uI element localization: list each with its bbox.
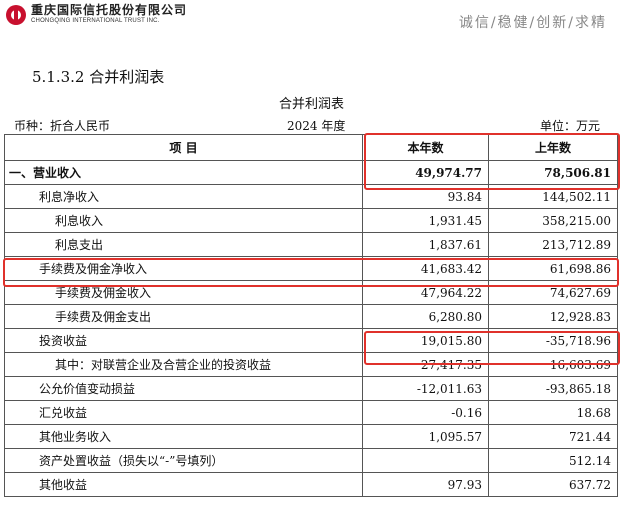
row-label: 其中：对联营企业及合营企业的投资收益 <box>4 352 363 377</box>
row-current <box>362 448 489 473</box>
row-label: 手续费及佣金收入 <box>4 280 363 305</box>
table-header-row: 项 目 本年数 上年数 <box>4 134 618 161</box>
row-current: 41,683.42 <box>362 256 489 281</box>
table-row: 其他业务收入 1,095.57 721.44 <box>4 424 618 449</box>
row-label: 资产处置收益（损失以“-”号填列） <box>4 448 363 473</box>
row-label: 利息收入 <box>4 208 363 233</box>
table-row: 利息净收入 93.84 144,502.11 <box>4 184 618 209</box>
row-label: 一、营业收入 <box>4 160 363 185</box>
row-prior: 74,627.69 <box>488 280 618 305</box>
table-row: 一、营业收入 49,974.77 78,506.81 <box>4 160 618 185</box>
row-current: 97.93 <box>362 472 489 497</box>
row-prior: 61,698.86 <box>488 256 618 281</box>
row-label: 其他收益 <box>4 472 363 497</box>
table-row: 其中：对联营企业及合营企业的投资收益 27,417.35 16,603.69 <box>4 352 618 377</box>
row-label: 其他业务收入 <box>4 424 363 449</box>
table-row: 手续费及佣金收入 47,964.22 74,627.69 <box>4 280 618 305</box>
row-current: 27,417.35 <box>362 352 489 377</box>
row-prior: 144,502.11 <box>488 184 618 209</box>
table-row: 手续费及佣金支出 6,280.80 12,928.83 <box>4 304 618 329</box>
row-prior: 721.44 <box>488 424 618 449</box>
company-logo: 重庆国际信托股份有限公司 CHONGQING INTERNATIONAL TRU… <box>6 4 187 25</box>
row-label: 投资收益 <box>4 328 363 353</box>
page-header: 重庆国际信托股份有限公司 CHONGQING INTERNATIONAL TRU… <box>0 0 623 38</box>
table-row: 利息支出 1,837.61 213,712.89 <box>4 232 618 257</box>
row-label: 利息净收入 <box>4 184 363 209</box>
table-row: 投资收益 19,015.80 -35,718.96 <box>4 328 618 353</box>
row-label: 利息支出 <box>4 232 363 257</box>
table-row: 其他收益 97.93 637.72 <box>4 472 618 497</box>
row-label: 手续费及佣金净收入 <box>4 256 363 281</box>
row-current: -0.16 <box>362 400 489 425</box>
table-row: 手续费及佣金净收入 41,683.42 61,698.86 <box>4 256 618 281</box>
row-prior: 358,215.00 <box>488 208 618 233</box>
row-current: 1,095.57 <box>362 424 489 449</box>
row-prior: -93,865.18 <box>488 376 618 401</box>
period-label: 2024 年度 <box>287 119 346 133</box>
row-prior: 512.14 <box>488 448 618 473</box>
row-prior: 213,712.89 <box>488 232 618 257</box>
row-current: 93.84 <box>362 184 489 209</box>
table-row: 利息收入 1,931.45 358,215.00 <box>4 208 618 233</box>
row-prior: 18.68 <box>488 400 618 425</box>
currency-label: 币种：折合人民币 <box>14 119 111 133</box>
col-header-current: 本年数 <box>362 134 489 161</box>
income-statement-table: 项 目 本年数 上年数 一、营业收入 49,974.77 78,506.81 利… <box>4 134 618 497</box>
table-title: 合并利润表 <box>278 97 344 112</box>
unit-label: 单位：万元 <box>540 119 601 133</box>
table-row: 资产处置收益（损失以“-”号填列） 512.14 <box>4 448 618 473</box>
table-row: 汇兑收益 -0.16 18.68 <box>4 400 618 425</box>
row-current: 47,964.22 <box>362 280 489 305</box>
row-prior: -35,718.96 <box>488 328 618 353</box>
row-prior: 637.72 <box>488 472 618 497</box>
row-current: 49,974.77 <box>362 160 489 185</box>
col-header-item: 项 目 <box>4 134 363 161</box>
row-current: -12,011.63 <box>362 376 489 401</box>
row-prior: 12,928.83 <box>488 304 618 329</box>
logo-en-name: CHONGQING INTERNATIONAL TRUST INC. <box>31 18 160 24</box>
col-header-prior: 上年数 <box>488 134 618 161</box>
row-current: 19,015.80 <box>362 328 489 353</box>
table-row: 公允价值变动损益 -12,011.63 -93,865.18 <box>4 376 618 401</box>
row-label: 手续费及佣金支出 <box>4 304 363 329</box>
row-current: 1,931.45 <box>362 208 489 233</box>
row-label: 汇兑收益 <box>4 400 363 425</box>
slogan: 诚信/稳健/创新/求精 <box>458 15 607 31</box>
logo-cn-name: 重庆国际信托股份有限公司 <box>31 3 188 17</box>
row-label: 公允价值变动损益 <box>4 376 363 401</box>
row-current: 1,837.61 <box>362 232 489 257</box>
logo-icon <box>6 4 26 25</box>
section-title: 5.1.3.2 合并利润表 <box>32 68 165 86</box>
row-current: 6,280.80 <box>362 304 489 329</box>
row-prior: 16,603.69 <box>488 352 618 377</box>
row-prior: 78,506.81 <box>488 160 618 185</box>
